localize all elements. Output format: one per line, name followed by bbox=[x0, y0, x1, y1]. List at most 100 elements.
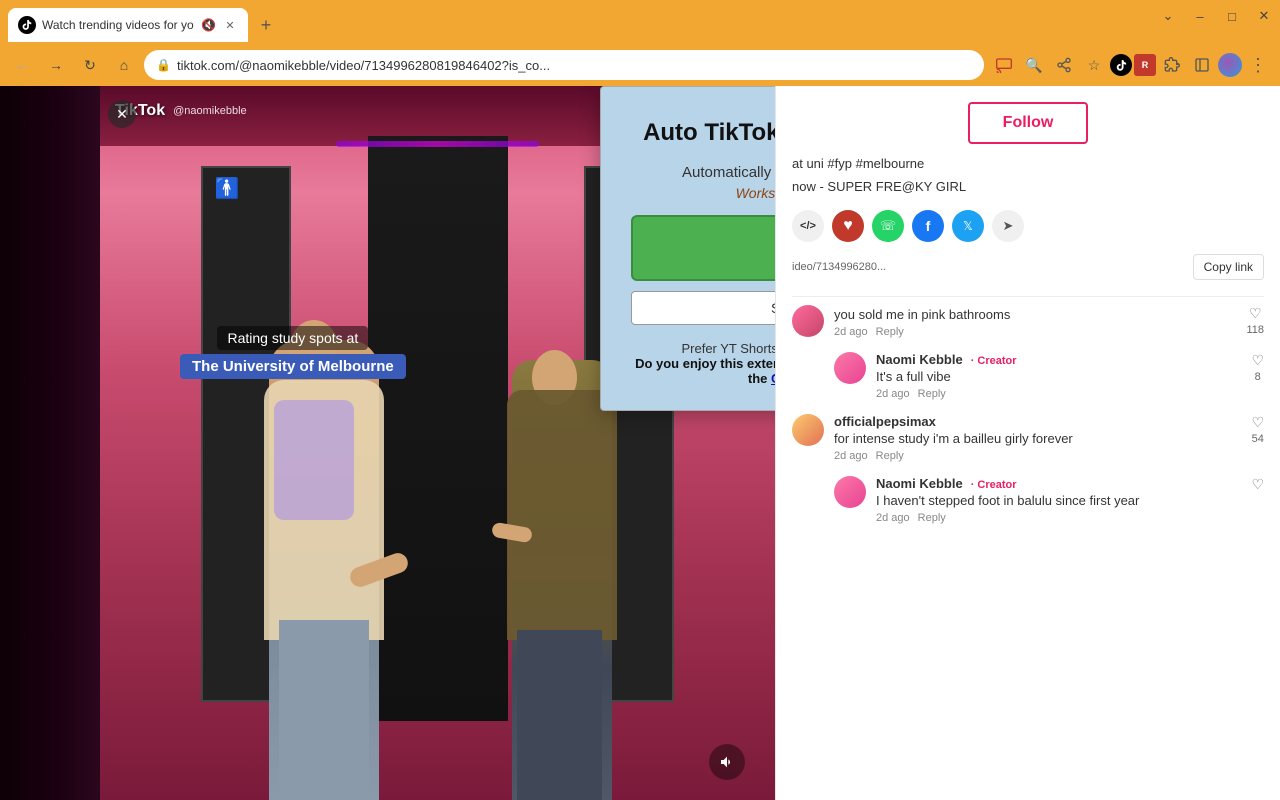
comment-text: you sold me in pink bathrooms bbox=[834, 307, 1236, 322]
toolbar-icons: 🔍 ☆ R ⋮ bbox=[990, 51, 1272, 79]
comment-reply-button[interactable]: Reply bbox=[918, 388, 946, 400]
start-button[interactable]: Start bbox=[631, 215, 775, 281]
tab-mute-icon[interactable]: 🔇 bbox=[201, 18, 216, 32]
comment-avatar bbox=[792, 305, 824, 337]
hashtag-line: at uni #fyp #melbourne bbox=[792, 156, 1264, 171]
caption-line2: The University of Melbourne bbox=[180, 354, 406, 379]
show-shortcuts-button[interactable]: Show Shortcuts bbox=[631, 291, 775, 325]
comment-creator-badge: · Creator bbox=[971, 355, 1017, 367]
comment-item: Naomi Kebble · Creator It's a full vibe … bbox=[792, 352, 1264, 400]
url-text: tiktok.com/@naomikebble/video/7134996280… bbox=[177, 58, 972, 73]
window-collapse[interactable]: ⌄ bbox=[1160, 8, 1176, 24]
window-minimize[interactable]: – bbox=[1192, 9, 1208, 24]
share-page-icon[interactable] bbox=[1050, 51, 1078, 79]
browser-chrome: ⌄ – □ ✕ Watch trending videos for yo 🔇 ✕… bbox=[0, 0, 1280, 86]
copy-link-url: ideo/7134996280... bbox=[792, 261, 1185, 273]
forward-button[interactable]: → bbox=[42, 51, 70, 79]
video-username: @naomikebble bbox=[173, 105, 247, 117]
comment-meta: 2d ago Reply bbox=[834, 326, 1236, 338]
twitter-share-button[interactable]: 𝕏 bbox=[952, 210, 984, 242]
popup-description: Automatically scrolls when a TikTok ends… bbox=[631, 164, 775, 181]
whatsapp-share-button[interactable]: ☏ bbox=[872, 210, 904, 242]
comment-like-icon[interactable]: ♡ bbox=[1251, 476, 1264, 493]
lock-icon: 🔒 bbox=[156, 58, 171, 72]
comment-item: officialpepsimax for intense study i'm a… bbox=[792, 414, 1264, 462]
popup-footer-bold: Do you enjoy this extension? Make sure t… bbox=[631, 356, 775, 386]
save-button[interactable]: ♥ bbox=[832, 210, 864, 242]
scarf bbox=[274, 400, 354, 520]
popup-title: Auto TikTok Scroller Extension bbox=[631, 117, 775, 148]
active-tab[interactable]: Watch trending videos for yo 🔇 ✕ bbox=[8, 8, 248, 42]
comment-like-icon[interactable]: ♡ bbox=[1251, 352, 1264, 369]
person-left bbox=[249, 320, 399, 800]
song-line: now - SUPER FRE@KY GIRL bbox=[792, 179, 1264, 194]
comment-meta: 2d ago Reply bbox=[834, 450, 1241, 462]
neon-light bbox=[336, 141, 539, 147]
embed-button[interactable]: </> bbox=[792, 210, 824, 242]
comment-like-icon[interactable]: ♡ bbox=[1251, 414, 1264, 431]
cast-icon[interactable] bbox=[990, 51, 1018, 79]
comment-text: It's a full vibe bbox=[876, 369, 1241, 384]
caption-line1: Rating study spots at bbox=[217, 326, 368, 350]
comment-like: ♡ bbox=[1251, 476, 1264, 495]
profile-avatar[interactable] bbox=[1218, 53, 1242, 77]
follow-button[interactable]: Follow bbox=[968, 102, 1088, 144]
comment-like: ♡ 54 bbox=[1251, 414, 1264, 445]
comment-avatar bbox=[834, 352, 866, 384]
comment-reply-button[interactable]: Reply bbox=[876, 450, 904, 462]
red-extension-icon[interactable]: R bbox=[1134, 54, 1156, 76]
video-dark-left bbox=[0, 86, 105, 800]
comment-time: 2d ago bbox=[834, 326, 868, 338]
comment-body: you sold me in pink bathrooms 2d ago Rep… bbox=[834, 305, 1236, 338]
comment-body: officialpepsimax for intense study i'm a… bbox=[834, 414, 1241, 462]
comment-meta: 2d ago Reply bbox=[876, 512, 1241, 524]
menu-button[interactable]: ⋮ bbox=[1244, 51, 1272, 79]
video-close-button[interactable]: ✕ bbox=[108, 100, 136, 128]
person-right bbox=[497, 350, 627, 800]
search-icon[interactable]: 🔍 bbox=[1020, 51, 1048, 79]
sound-toggle[interactable] bbox=[709, 744, 745, 780]
comment-text: for intense study i'm a bailleu girly fo… bbox=[834, 431, 1241, 446]
url-bar[interactable]: 🔒 tiktok.com/@naomikebble/video/71349962… bbox=[144, 50, 984, 80]
back-button[interactable]: ← bbox=[8, 51, 36, 79]
popup-description-italic: Works in fullscreen as well! bbox=[631, 185, 775, 201]
comment-like-count: 8 bbox=[1255, 371, 1261, 383]
tab-close-button[interactable]: ✕ bbox=[222, 17, 238, 33]
reload-button[interactable]: ↻ bbox=[76, 51, 104, 79]
comment-avatar bbox=[792, 414, 824, 446]
tab-favicon bbox=[18, 16, 36, 34]
video-area: 🚹 🚺 bbox=[0, 86, 775, 800]
sidebar-toggle[interactable] bbox=[1188, 51, 1216, 79]
comment-like: ♡ 8 bbox=[1251, 352, 1264, 383]
comment-username: Naomi Kebble bbox=[876, 476, 963, 491]
comment-text: I haven't stepped foot in balulu since f… bbox=[876, 493, 1241, 508]
comment-like-icon[interactable]: ♡ bbox=[1249, 305, 1262, 322]
copy-link-button[interactable]: Copy link bbox=[1193, 254, 1264, 280]
facebook-share-button[interactable]: f bbox=[912, 210, 944, 242]
main-content: 🚹 🚺 bbox=[0, 86, 1280, 800]
tab-bar: ⌄ – □ ✕ Watch trending videos for yo 🔇 ✕… bbox=[0, 0, 1280, 44]
extensions-button[interactable] bbox=[1158, 51, 1186, 79]
comment-reply-button[interactable]: Reply bbox=[918, 512, 946, 524]
comment-reply-button[interactable]: Reply bbox=[876, 326, 904, 338]
address-bar: ← → ↻ ⌂ 🔒 tiktok.com/@naomikebble/video/… bbox=[0, 44, 1280, 86]
more-share-button[interactable]: ➤ bbox=[992, 210, 1024, 242]
share-action-icons: </> ♥ ☏ f 𝕏 ➤ bbox=[792, 210, 1264, 242]
tiktok-extension-icon[interactable] bbox=[1110, 54, 1132, 76]
home-button[interactable]: ⌂ bbox=[110, 51, 138, 79]
comment-username: officialpepsimax bbox=[834, 414, 936, 429]
comment-like: ♡ 118 bbox=[1246, 305, 1264, 336]
window-maximize[interactable]: □ bbox=[1224, 9, 1240, 24]
divider bbox=[792, 296, 1264, 297]
comment-body: Naomi Kebble · Creator It's a full vibe … bbox=[876, 352, 1241, 400]
comment-avatar bbox=[834, 476, 866, 508]
popup-footer-line1: Prefer YT Shorts? Download the Shorts ve… bbox=[631, 341, 775, 356]
caption-area: Rating study spots at The University of … bbox=[180, 326, 406, 379]
new-tab-button[interactable]: + bbox=[252, 11, 280, 39]
copy-link-area: ideo/7134996280... Copy link bbox=[792, 254, 1264, 280]
right-sidebar: Follow at uni #fyp #melbourne now - SUPE… bbox=[775, 86, 1280, 800]
bookmark-icon[interactable]: ☆ bbox=[1080, 51, 1108, 79]
window-close[interactable]: ✕ bbox=[1256, 8, 1272, 24]
extension-popup: Auto TikTok Scroller Extension Automatic… bbox=[600, 86, 775, 411]
chrome-web-store-link[interactable]: Chrome Web Store! bbox=[771, 371, 775, 386]
